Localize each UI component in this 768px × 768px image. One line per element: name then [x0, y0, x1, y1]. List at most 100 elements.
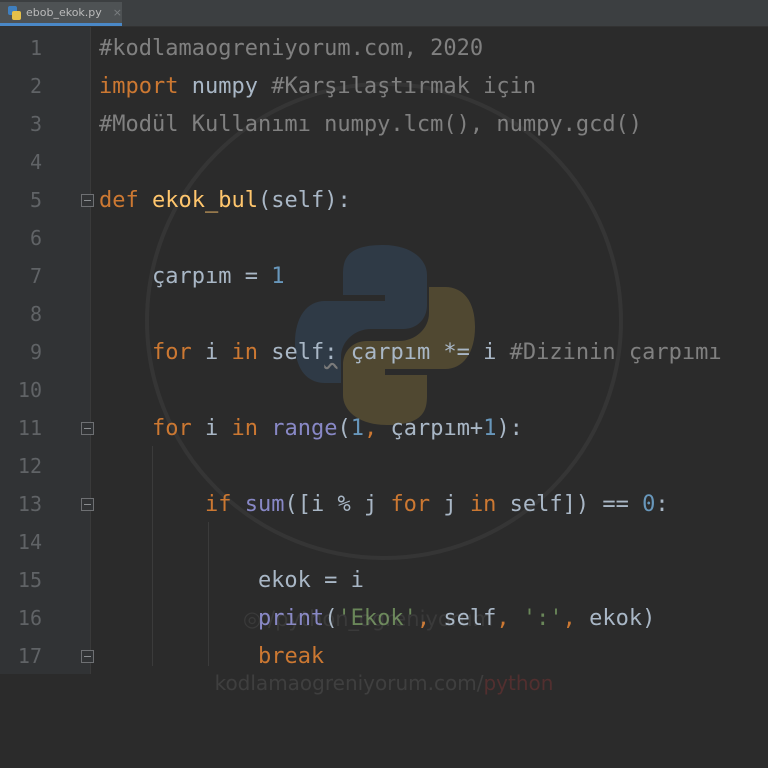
tab-filename: ebob_ekok.py: [25, 6, 102, 19]
code-line-6[interactable]: 6: [0, 219, 768, 257]
code-line-10[interactable]: 10: [0, 371, 768, 409]
code-token: numpy: [178, 73, 272, 99]
code-token: import: [99, 73, 179, 99]
code-text: for i in range(1, çarpım+1):: [99, 416, 523, 441]
line-number: 5: [29, 188, 42, 212]
line-number: 7: [29, 264, 42, 288]
code-token: #Karşılaştırmak için: [271, 73, 537, 99]
line-number: 16: [17, 606, 42, 630]
code-token: ,: [496, 605, 510, 631]
fold-marker-icon[interactable]: [81, 193, 94, 207]
code-token: in: [231, 339, 258, 365]
code-text: import numpy #Karşılaştırmak için: [99, 74, 536, 99]
code-token: #Dizinin çarpımı: [509, 339, 722, 365]
code-line-13[interactable]: 13 if sum([i % j for j in self]) == 0:: [0, 485, 768, 523]
line-number: 1: [29, 36, 42, 60]
code-line-3[interactable]: 3 #Modül Kullanımı numpy.lcm(), numpy.gcd…: [0, 105, 768, 143]
code-token: :: [655, 491, 669, 517]
code-line-17[interactable]: 17 break: [0, 637, 768, 675]
code-token: çarpım =: [99, 263, 272, 289]
code-text: if sum([i % j for j in self]) == 0:: [99, 492, 669, 517]
code-line-5[interactable]: 5 def ekok_bul(self):: [0, 181, 768, 219]
code-token: 1: [271, 263, 285, 289]
code-token: 1: [483, 415, 497, 441]
line-number: 12: [17, 454, 42, 478]
code-line-12[interactable]: 12: [0, 447, 768, 485]
code-token: self]) ==: [496, 491, 643, 517]
code-line-15[interactable]: 15 ekok = i: [0, 561, 768, 599]
code-line-14[interactable]: 14: [0, 523, 768, 561]
code-line-7[interactable]: 7 çarpım = 1: [0, 257, 768, 295]
code-token: 1: [350, 415, 364, 441]
code-token: ekok): [575, 605, 656, 631]
code-token: self: [257, 339, 325, 365]
fold-marker-icon[interactable]: [81, 421, 94, 435]
code-text: for i in self: çarpım *= i #Dizinin çarp…: [99, 340, 722, 365]
code-line-1[interactable]: 1 #kodlamaogreniyorum.com, 2020: [0, 29, 768, 67]
code-token: in: [231, 415, 258, 441]
code-token: çarpım+: [377, 415, 484, 441]
code-token: ':': [522, 605, 563, 631]
line-number: 14: [17, 530, 42, 554]
line-number: 9: [29, 340, 42, 364]
code-token: ekok_bul: [152, 187, 258, 213]
code-text: çarpım = 1: [99, 264, 284, 289]
code-text: #Modül Kullanımı numpy.lcm(), numpy.gcd(…: [99, 112, 642, 137]
code-token: (self):: [257, 187, 351, 213]
line-number: 13: [17, 492, 42, 516]
line-number: 6: [29, 226, 42, 250]
code-token: ,: [363, 415, 378, 441]
instagram-watermark: ◎ /python_ogreniyorum: [243, 607, 494, 631]
code-token: range: [271, 415, 338, 441]
code-token: 0: [642, 491, 656, 517]
fold-marker-icon[interactable]: [81, 497, 94, 511]
close-tab-icon[interactable]: ×: [113, 6, 122, 19]
line-number: 8: [29, 302, 42, 326]
fold-marker-icon[interactable]: [81, 649, 94, 663]
code-token: ,: [562, 605, 576, 631]
code-token: break: [257, 643, 325, 669]
tab-ebob-ekok[interactable]: ebob_ekok.py ×: [0, 2, 122, 26]
site-watermark: kodlamaogreniyorum.com/python: [214, 671, 554, 695]
python-file-icon: [8, 5, 21, 20]
code-token: for: [151, 339, 192, 365]
code-token: j: [430, 491, 470, 517]
code-token: #Modül Kullanımı numpy.lcm(), numpy.gcd(…: [99, 111, 643, 137]
editor-tab-bar: ebob_ekok.py ×: [0, 0, 768, 27]
code-line-4[interactable]: 4: [0, 143, 768, 181]
line-number: 2: [29, 74, 42, 98]
code-line-9[interactable]: 9 for i in self: çarpım *= i #Dizinin ça…: [0, 333, 768, 371]
code-token: (: [337, 415, 351, 441]
code-token: i: [191, 339, 232, 365]
code-token: for: [390, 491, 431, 517]
line-number: 10: [17, 378, 42, 402]
code-line-2[interactable]: 2 import numpy #Karşılaştırmak için: [0, 67, 768, 105]
line-number: 3: [29, 112, 42, 136]
code-token: çarpım *= i: [337, 339, 510, 365]
code-token: for: [151, 415, 192, 441]
code-token: ):: [496, 415, 523, 441]
line-number: 17: [17, 644, 42, 668]
code-token: sum: [244, 491, 285, 517]
code-token: ([i % j: [284, 491, 391, 517]
line-number: 15: [17, 568, 42, 592]
code-token: #kodlamaogreniyorum.com, 2020: [99, 35, 484, 61]
code-token: i: [191, 415, 232, 441]
code-token: def: [99, 187, 139, 213]
line-number: 4: [29, 150, 42, 174]
code-text: def ekok_bul(self):: [99, 188, 351, 213]
code-text: ekok = i: [99, 568, 364, 593]
code-token: in: [469, 491, 497, 517]
code-line-8[interactable]: 8: [0, 295, 768, 333]
code-line-11[interactable]: 1 1 for i in range(1, çarpım+1):: [0, 409, 768, 447]
code-text: break: [99, 644, 324, 669]
